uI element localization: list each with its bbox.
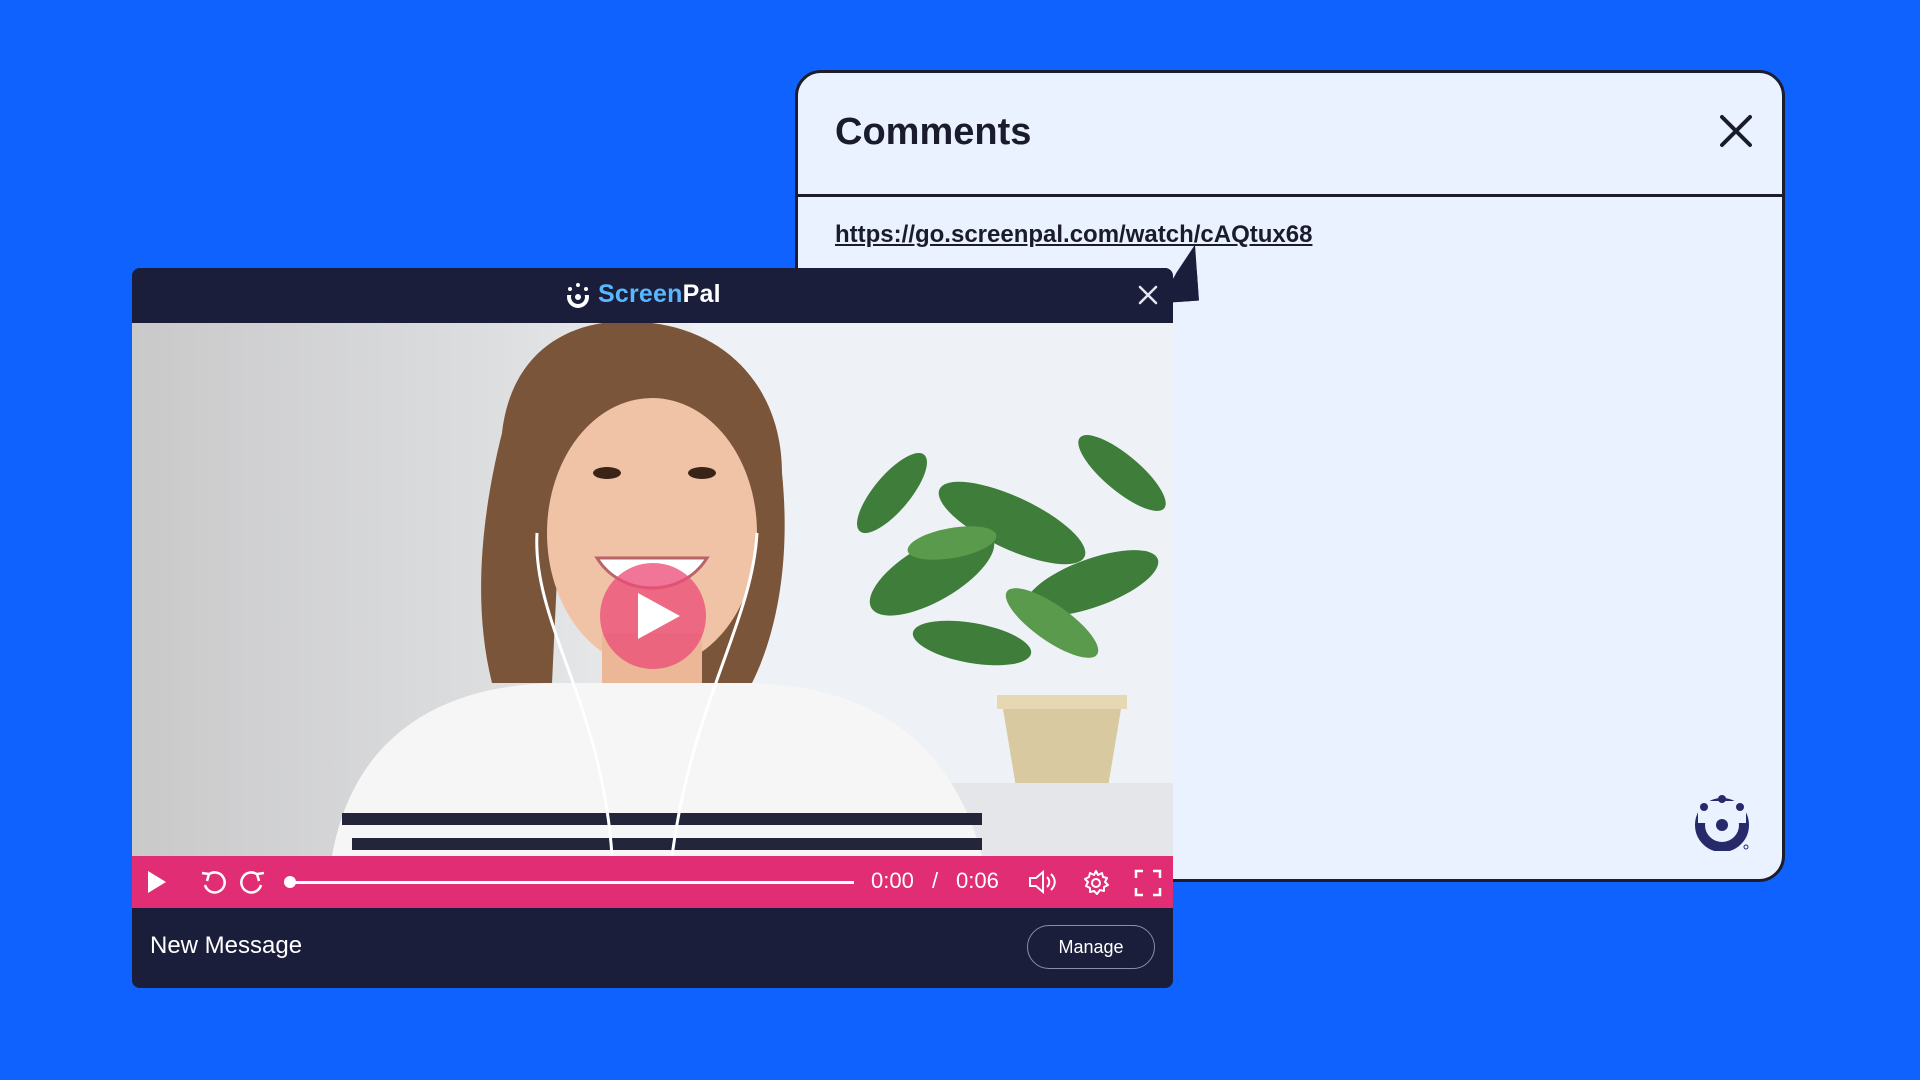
video-player: ScreenPal 0:00 / 0:06 New Message Manage xyxy=(132,244,1199,988)
volume-icon[interactable] xyxy=(1028,869,1058,895)
video-frame[interactable] xyxy=(132,323,1173,856)
fullscreen-icon[interactable] xyxy=(1134,869,1162,897)
logo-pal: Pal xyxy=(682,280,721,308)
control-bar: 0:00 / 0:06 xyxy=(132,856,1173,908)
play-icon[interactable] xyxy=(146,869,168,895)
seek-bar[interactable] xyxy=(284,876,854,888)
manage-button[interactable]: Manage xyxy=(1027,925,1155,969)
comments-header: Comments xyxy=(798,73,1782,197)
close-icon[interactable] xyxy=(1716,111,1756,151)
play-icon xyxy=(638,593,680,639)
screenpal-logo: ScreenPal xyxy=(564,280,721,309)
comments-title: Comments xyxy=(835,111,1032,153)
forward-icon[interactable] xyxy=(238,869,266,897)
message-title: New Message xyxy=(150,932,303,959)
time-separator: / xyxy=(932,868,939,893)
big-play-button[interactable] xyxy=(600,563,706,669)
current-time: 0:00 xyxy=(871,868,914,893)
screenpal-logo-icon xyxy=(567,282,589,308)
close-icon[interactable] xyxy=(1137,284,1159,306)
total-time: 0:06 xyxy=(956,868,999,893)
screenpal-logo-icon xyxy=(1695,795,1749,851)
player-header: ScreenPal xyxy=(132,268,1173,323)
comment-link[interactable]: https://go.screenpal.com/watch/cAQtux68 xyxy=(835,221,1312,249)
logo-text: ScreenPal xyxy=(598,280,721,309)
seek-knob[interactable] xyxy=(284,876,296,888)
player-footer: New Message Manage xyxy=(132,908,1173,988)
rewind-icon[interactable] xyxy=(200,869,228,897)
settings-icon[interactable] xyxy=(1082,869,1110,897)
logo-screen: Screen xyxy=(598,280,683,308)
